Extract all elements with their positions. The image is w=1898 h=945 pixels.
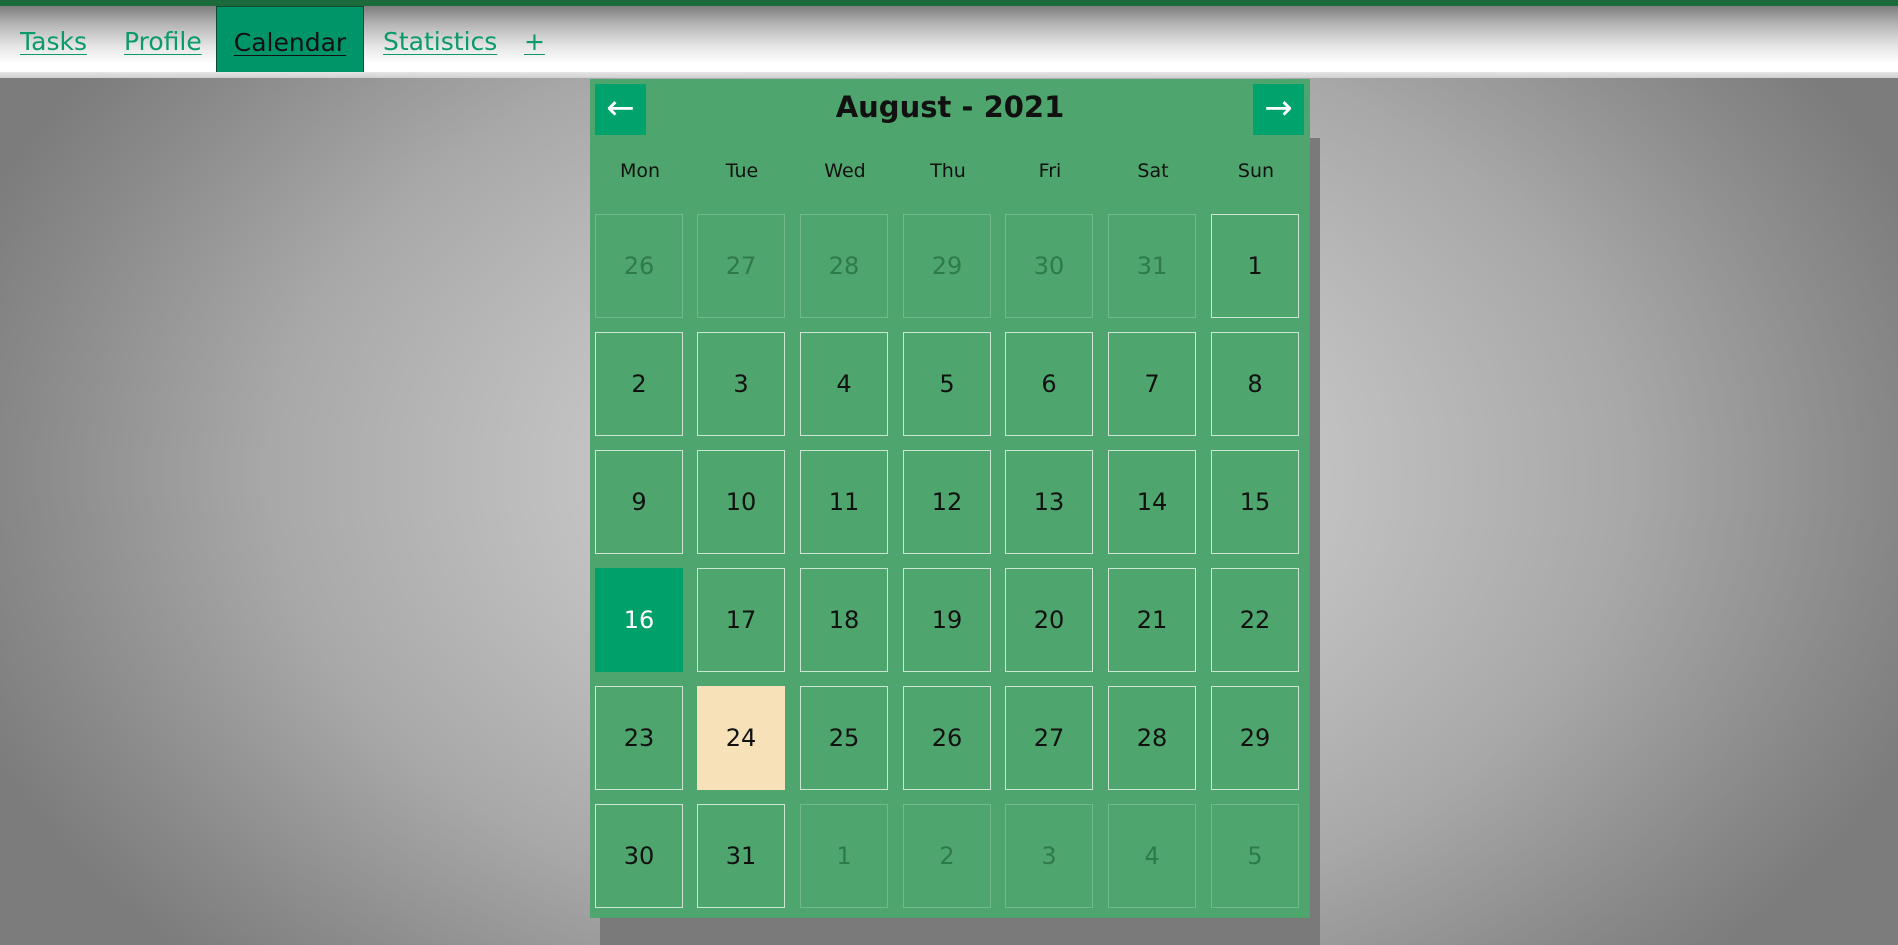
day-cell-adjacent-month[interactable]: 26 (595, 214, 683, 318)
day-cell[interactable]: 25 (800, 686, 888, 790)
next-month-button[interactable]: → (1253, 84, 1304, 135)
day-cell[interactable]: 20 (1005, 568, 1093, 672)
day-cell[interactable]: 23 (595, 686, 683, 790)
day-cell[interactable]: 31 (697, 804, 785, 908)
calendar-widget: ← August - 2021 → Mon Tue Wed Thu Fri Sat Sun … (590, 79, 1310, 918)
nav-tab-calendar[interactable]: Calendar (216, 6, 364, 78)
day-cell[interactable]: 5 (903, 332, 991, 436)
day-cell-highlighted[interactable]: 24 (697, 686, 785, 790)
day-cell[interactable]: 22 (1211, 568, 1299, 672)
day-cell-adjacent-month[interactable]: 5 (1211, 804, 1299, 908)
day-cell-adjacent-month[interactable]: 4 (1108, 804, 1196, 908)
add-tab-button[interactable]: + (524, 6, 545, 78)
weekday-label: Sun (1237, 160, 1275, 182)
day-cell-adjacent-month[interactable]: 29 (903, 214, 991, 318)
day-cell[interactable]: 11 (800, 450, 888, 554)
prev-month-button[interactable]: ← (595, 84, 646, 135)
day-cell[interactable]: 14 (1108, 450, 1196, 554)
day-cell[interactable]: 13 (1005, 450, 1093, 554)
day-cell[interactable]: 9 (595, 450, 683, 554)
day-cell[interactable]: 30 (595, 804, 683, 908)
day-cell[interactable]: 27 (1005, 686, 1093, 790)
day-cell[interactable]: 17 (697, 568, 785, 672)
weekday-label: Thu (930, 160, 966, 182)
weekday-label: Fri (1038, 160, 1062, 182)
nav-tab-tasks[interactable]: Tasks (20, 6, 87, 78)
day-cell[interactable]: 26 (903, 686, 991, 790)
day-cell-selected[interactable]: 16 (595, 568, 683, 672)
day-cell[interactable]: 15 (1211, 450, 1299, 554)
day-cell-adjacent-month[interactable]: 28 (800, 214, 888, 318)
weekday-label: Mon (619, 160, 661, 182)
day-cell[interactable]: 12 (903, 450, 991, 554)
day-cell-adjacent-month[interactable]: 3 (1005, 804, 1093, 908)
day-cell[interactable]: 29 (1211, 686, 1299, 790)
day-cell[interactable]: 2 (595, 332, 683, 436)
day-cell[interactable]: 3 (697, 332, 785, 436)
day-cell[interactable]: 19 (903, 568, 991, 672)
weekday-label: Sat (1137, 160, 1169, 182)
month-title: August - 2021 (835, 90, 1065, 124)
day-cell[interactable]: 6 (1005, 332, 1093, 436)
day-cell[interactable]: 8 (1211, 332, 1299, 436)
nav-tab-profile[interactable]: Profile (124, 6, 202, 78)
day-cell[interactable]: 1 (1211, 214, 1299, 318)
day-cell[interactable]: 4 (800, 332, 888, 436)
nav-tab-statistics[interactable]: Statistics (383, 6, 497, 78)
day-cell-adjacent-month[interactable]: 2 (903, 804, 991, 908)
day-cell[interactable]: 18 (800, 568, 888, 672)
day-cell-adjacent-month[interactable]: 30 (1005, 214, 1093, 318)
nav-bar-shade (0, 72, 1898, 78)
day-cell-adjacent-month[interactable]: 27 (697, 214, 785, 318)
nav-bar: Tasks Profile Calendar Statistics + (0, 6, 1898, 78)
day-cell[interactable]: 10 (697, 450, 785, 554)
day-cell[interactable]: 7 (1108, 332, 1196, 436)
weekday-label: Wed (824, 160, 866, 182)
day-cell-adjacent-month[interactable]: 31 (1108, 214, 1196, 318)
day-cell-adjacent-month[interactable]: 1 (800, 804, 888, 908)
day-cell[interactable]: 21 (1108, 568, 1196, 672)
day-cell[interactable]: 28 (1108, 686, 1196, 790)
weekday-label: Tue (725, 160, 759, 182)
